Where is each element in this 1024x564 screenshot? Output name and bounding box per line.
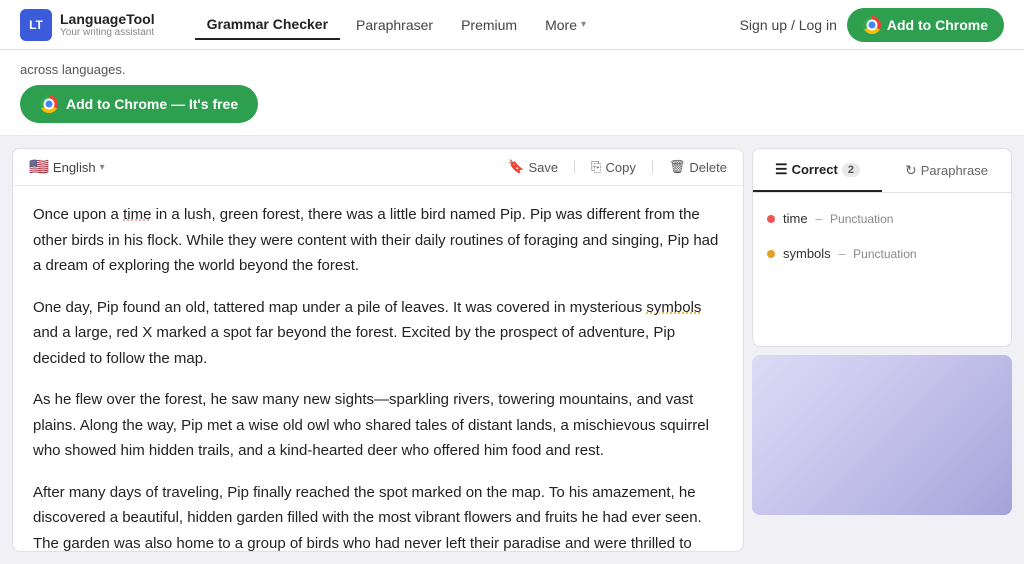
right-panel: ☰ Correct 2 ↻ Paraphrase time – Punctuat… (752, 148, 1012, 552)
corrections-card: ☰ Correct 2 ↻ Paraphrase time – Punctuat… (752, 148, 1012, 347)
corrections-list: time – Punctuation symbols – Punctuation (753, 193, 1011, 279)
chrome-icon-big (40, 95, 58, 113)
nav-paraphraser[interactable]: Paraphraser (344, 11, 445, 39)
underline-time: time (123, 206, 151, 223)
logo: LT LanguageTool Your writing assistant (20, 9, 155, 41)
divider2 (652, 160, 653, 174)
logo-icon: LT (20, 9, 52, 41)
tab-paraphrase[interactable]: ↻ Paraphrase (882, 149, 1011, 192)
logo-text: LanguageTool Your writing assistant (60, 11, 155, 38)
language-selector[interactable]: 🇺🇸 English ▾ (29, 157, 105, 177)
paragraph-4: After many days of traveling, Pip finall… (33, 480, 723, 552)
editor-body[interactable]: Once upon a time in a lush, green forest… (13, 186, 743, 551)
right-tabs: ☰ Correct 2 ↻ Paraphrase (753, 149, 1011, 193)
logo-subtitle: Your writing assistant (60, 27, 155, 38)
flag-icon: 🇺🇸 (29, 157, 49, 177)
save-button[interactable]: 🔖 Save (508, 159, 558, 175)
main-nav: Grammar Checker Paraphraser Premium More… (195, 10, 740, 40)
paragraph-1: Once upon a time in a lush, green forest… (33, 202, 723, 279)
delete-button[interactable]: 🗑 Delete (669, 159, 727, 175)
chevron-down-icon: ▾ (581, 19, 586, 30)
paragraph-3: As he flew over the forest, he saw many … (33, 387, 723, 464)
editor-panel: 🇺🇸 English ▾ 🔖 Save ⎘ Copy 🗑 Delete (12, 148, 744, 552)
header: LT LanguageTool Your writing assistant G… (0, 0, 1024, 50)
nav-more[interactable]: More ▾ (533, 11, 598, 39)
toolbar-actions: 🔖 Save ⎘ Copy 🗑 Delete (508, 159, 727, 175)
lang-chevron-icon: ▾ (100, 162, 105, 173)
main-content: 🇺🇸 English ▾ 🔖 Save ⎘ Copy 🗑 Delete (0, 136, 1024, 564)
dot-orange-icon (767, 250, 775, 258)
nav-grammar-checker[interactable]: Grammar Checker (195, 10, 340, 40)
add-chrome-big-button[interactable]: Add to Chrome — It's free (20, 85, 258, 123)
correction-item-symbols[interactable]: symbols – Punctuation (753, 236, 1011, 271)
logo-name: LanguageTool (60, 11, 155, 27)
correct-badge: 2 (842, 163, 860, 177)
header-actions: Sign up / Log in Add to Chrome (740, 8, 1004, 42)
signup-link[interactable]: Sign up / Log in (740, 17, 837, 33)
paraphrase-icon: ↻ (905, 162, 917, 179)
divider (574, 160, 575, 174)
correction-item-time[interactable]: time – Punctuation (753, 201, 1011, 236)
underline-symbols: symbols (646, 299, 701, 316)
paragraph-2: One day, Pip found an old, tattered map … (33, 295, 723, 372)
tab-correct[interactable]: ☰ Correct 2 (753, 149, 882, 192)
save-icon: 🔖 (508, 159, 524, 175)
gradient-decoration (752, 355, 1012, 515)
editor-toolbar: 🇺🇸 English ▾ 🔖 Save ⎘ Copy 🗑 Delete (13, 149, 743, 186)
copy-button[interactable]: ⎘ Copy (591, 159, 636, 175)
nav-premium[interactable]: Premium (449, 11, 529, 39)
copy-icon: ⎘ (591, 159, 601, 175)
add-to-chrome-button[interactable]: Add to Chrome (847, 8, 1004, 42)
trash-icon: 🗑 (669, 159, 686, 175)
sub-header-text: across languages. (20, 62, 1004, 77)
sub-header: across languages. Add to Chrome — It's f… (0, 50, 1024, 136)
dot-red-icon (767, 215, 775, 223)
chrome-icon (863, 16, 881, 34)
check-icon: ☰ (775, 161, 788, 178)
